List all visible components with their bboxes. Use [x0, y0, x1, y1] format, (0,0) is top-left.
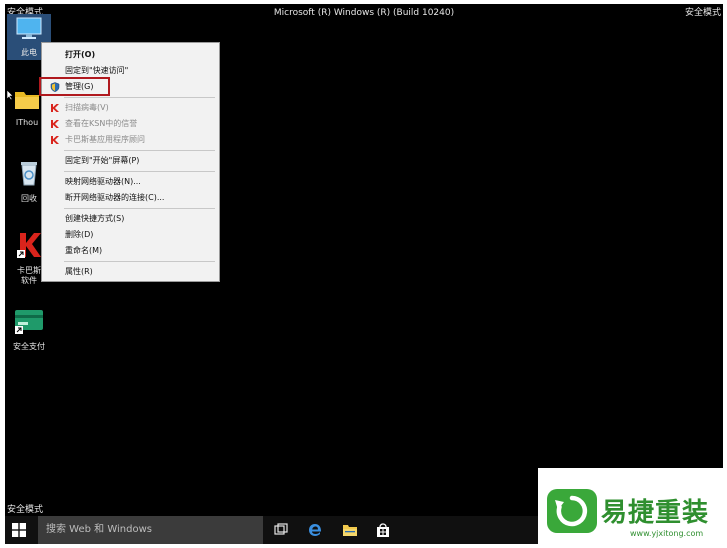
- menu-separator: [64, 97, 215, 98]
- menu-item-open[interactable]: 打开(O): [42, 47, 219, 63]
- kaspersky-k-icon: [51, 104, 59, 112]
- menu-item-kaspersky-advisor[interactable]: 卡巴斯基应用程序顾问: [42, 132, 219, 148]
- menu-item-label: 查看在KSN中的信誉: [65, 119, 138, 128]
- menu-item-label: 卡巴斯基应用程序顾问: [65, 135, 145, 144]
- menu-item-create-shortcut[interactable]: 创建快捷方式(S): [42, 211, 219, 227]
- menu-separator: [64, 150, 215, 151]
- menu-item-label: 扫描病毒(V): [65, 103, 109, 112]
- folder-icon: [15, 92, 39, 109]
- safe-mode-label-bottom-left: 安全模式: [7, 505, 44, 515]
- menu-item-pin-start[interactable]: 固定到"开始"屏幕(P): [42, 153, 219, 169]
- kaspersky-icon: [17, 233, 41, 258]
- computer-icon: [16, 17, 42, 39]
- recycle-bin-icon: [21, 162, 37, 186]
- task-view-icon[interactable]: [273, 522, 289, 538]
- kaspersky-k-icon: [51, 120, 59, 128]
- kaspersky-k-icon: [51, 136, 59, 144]
- search-placeholder: 搜索 Web 和 Windows: [46, 524, 152, 535]
- menu-item-disconnect-network-drive[interactable]: 断开网络驱动器的连接(C)...: [42, 190, 219, 206]
- menu-item-rename[interactable]: 重命名(M): [42, 243, 219, 259]
- os-build-title: Microsoft (R) Windows (R) (Build 10240): [273, 8, 455, 18]
- menu-item-label: 删除(D): [65, 230, 94, 239]
- file-explorer-icon[interactable]: [342, 522, 358, 538]
- watermark-url: www.yjxitong.com: [630, 529, 704, 538]
- menu-item-ksn-reputation[interactable]: 查看在KSN中的信誉: [42, 116, 219, 132]
- safe-payment-icon: [15, 310, 43, 334]
- menu-item-label: 属性(R): [65, 267, 93, 276]
- menu-item-label: 固定到"快速访问": [65, 66, 129, 75]
- safe-mode-label-top-right: 安全模式: [684, 8, 721, 18]
- windows-start-icon[interactable]: [12, 523, 26, 537]
- menu-item-label: 打开(O): [65, 50, 96, 59]
- menu-separator: [64, 208, 215, 209]
- desktop: 安全模式 Microsoft (R) Windows (R) (Build 10…: [5, 4, 723, 516]
- menu-item-label: 固定到"开始"屏幕(P): [65, 156, 140, 165]
- menu-item-label: 映射网络驱动器(N)...: [65, 177, 141, 186]
- store-icon[interactable]: [375, 522, 391, 538]
- menu-item-label: 断开网络驱动器的连接(C)...: [65, 193, 165, 202]
- watermark-brand: 易捷重装: [601, 498, 710, 528]
- edge-icon[interactable]: [307, 522, 323, 538]
- menu-item-label: 重命名(M): [65, 246, 103, 255]
- menu-separator: [64, 171, 215, 172]
- desktop-icon-safe-payment[interactable]: 安全支付: [7, 308, 51, 352]
- manage-highlight-box: [39, 77, 110, 96]
- menu-item-scan-virus[interactable]: 扫描病毒(V): [42, 100, 219, 116]
- mouse-cursor-icon: [6, 89, 14, 101]
- menu-item-delete[interactable]: 删除(D): [42, 227, 219, 243]
- watermark-logo: 易捷重装 www.yjxitong.com: [538, 468, 727, 548]
- taskbar-search-input[interactable]: 搜索 Web 和 Windows: [38, 516, 263, 544]
- menu-separator: [64, 261, 215, 262]
- refresh-logo-icon: [547, 489, 597, 533]
- desktop-icon-label: 安全支付: [13, 342, 45, 351]
- menu-item-label: 创建快捷方式(S): [65, 214, 125, 223]
- menu-item-properties[interactable]: 属性(R): [42, 264, 219, 280]
- menu-item-map-network-drive[interactable]: 映射网络驱动器(N)...: [42, 174, 219, 190]
